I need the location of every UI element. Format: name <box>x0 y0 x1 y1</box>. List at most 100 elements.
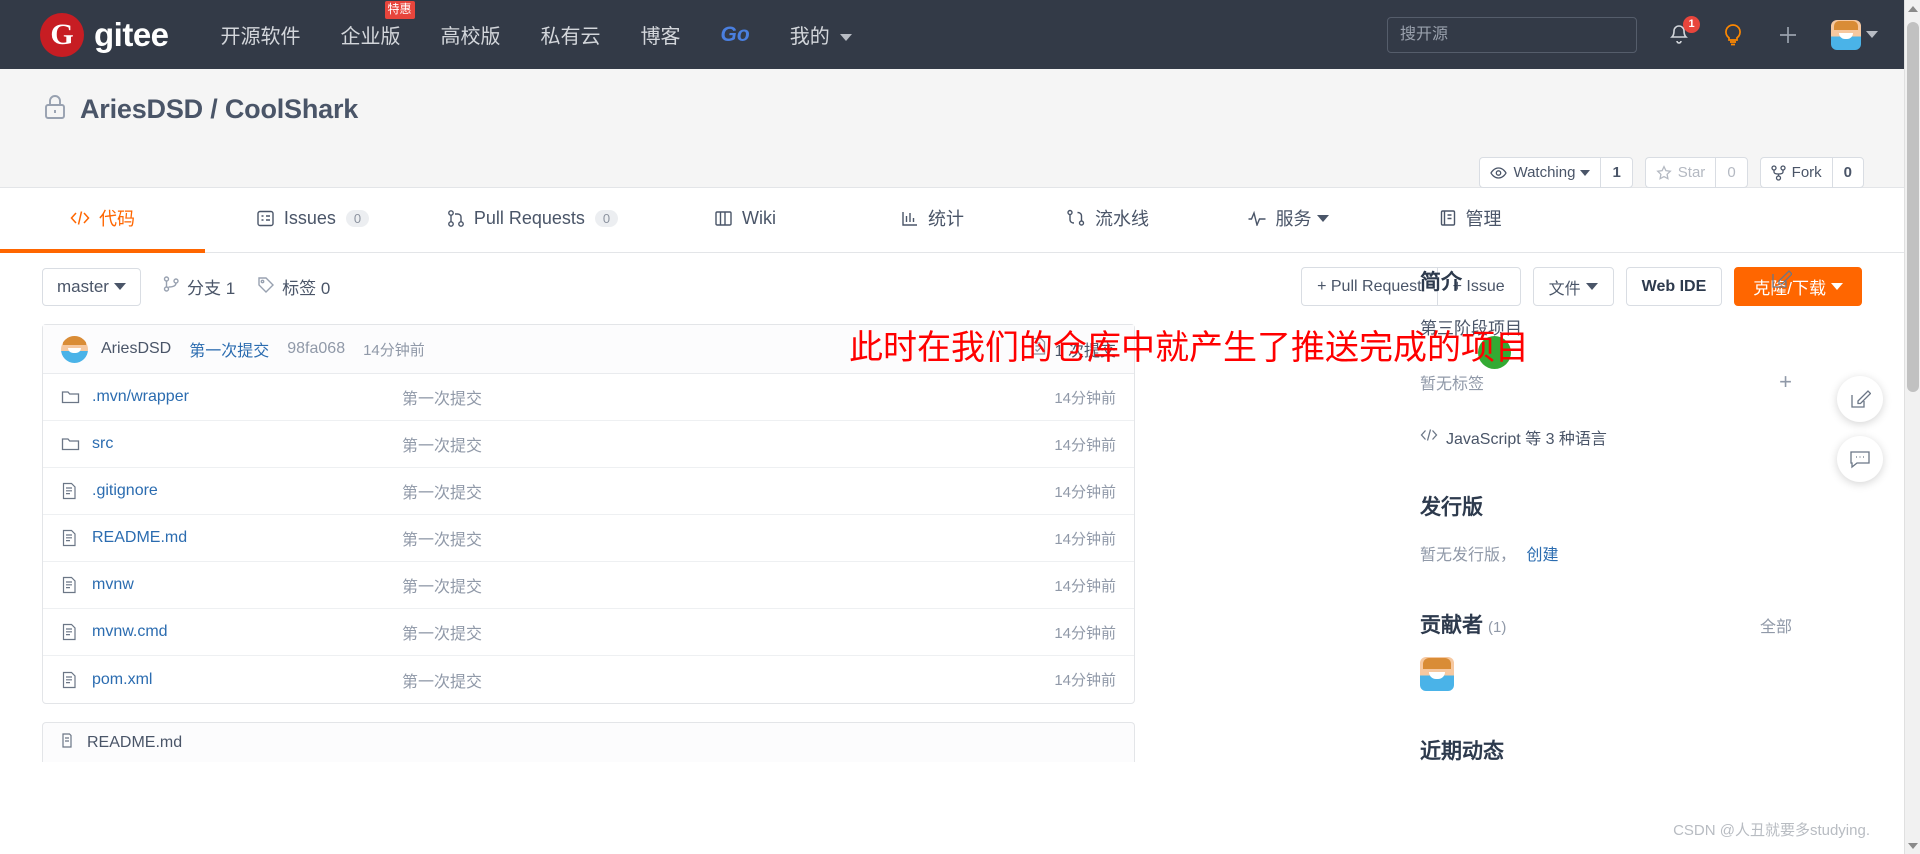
table-row[interactable]: .gitignore 第一次提交 14分钟前 <box>43 468 1134 515</box>
file-commit-time: 14分钟前 <box>1054 389 1116 407</box>
table-row[interactable]: mvnw 第一次提交 14分钟前 <box>43 562 1134 609</box>
file-icon <box>61 576 81 594</box>
contributor-avatar[interactable] <box>1420 657 1454 691</box>
table-row[interactable]: src 第一次提交 14分钟前 <box>43 421 1134 468</box>
watch-label: Watching <box>1513 164 1576 181</box>
pipeline-icon <box>1067 209 1085 226</box>
tab-service[interactable]: 服务 <box>1195 188 1380 252</box>
file-commit-time: 14分钟前 <box>1054 530 1116 548</box>
repository-actions: Watching 1 Star 0 Fork 0 <box>1467 157 1864 188</box>
branch-icon <box>163 275 180 298</box>
tab-wiki[interactable]: Wiki <box>645 188 845 252</box>
file-name[interactable]: mvnw <box>92 576 402 594</box>
commit-time: 14分钟前 <box>363 341 425 359</box>
new-pull-request-button[interactable]: + Pull Request <box>1301 267 1437 306</box>
file-name[interactable]: src <box>92 435 402 453</box>
commit-author[interactable]: AriesDSD <box>101 340 171 358</box>
code-icon <box>70 211 90 225</box>
file-commit-time: 14分钟前 <box>1054 483 1116 501</box>
star-count[interactable]: 0 <box>1715 157 1748 188</box>
idea-lightbulb-button[interactable] <box>1721 22 1745 48</box>
latest-commit-bar: AriesDSD 第一次提交 98fa068 14分钟前 1 次提交 <box>43 325 1134 374</box>
file-commit-time: 14分钟前 <box>1054 436 1116 454</box>
tab-issues[interactable]: Issues 0 <box>205 188 420 252</box>
tab-pipeline[interactable]: 流水线 <box>1020 188 1195 252</box>
tab-service-label: 服务 <box>1275 209 1312 229</box>
table-row[interactable]: pom.xml 第一次提交 14分钟前 <box>43 656 1134 703</box>
file-commit-time: 14分钟前 <box>1054 672 1116 689</box>
notification-bell[interactable]: 1 <box>1667 15 1700 47</box>
star-button[interactable]: Star <box>1644 157 1716 188</box>
watch-button[interactable]: Watching <box>1479 157 1601 188</box>
add-tag-button[interactable]: + <box>1779 369 1792 395</box>
branches-link[interactable]: 分支 1 <box>163 274 235 299</box>
chevron-up-icon <box>1908 5 1918 12</box>
language-row[interactable]: JavaScript 等 3 种语言 <box>1420 425 1840 449</box>
notification-count-badge: 1 <box>1683 15 1700 33</box>
commit-count-link[interactable]: 1 次提交 <box>1030 337 1116 361</box>
watch-count[interactable]: 1 <box>1600 157 1633 188</box>
tab-manage[interactable]: 管理 <box>1380 188 1560 252</box>
star-button-group: Star 0 <box>1644 157 1748 188</box>
tags-link[interactable]: 标签 0 <box>257 274 330 299</box>
table-row[interactable]: README.md 第一次提交 14分钟前 <box>43 515 1134 562</box>
file-icon <box>61 529 81 547</box>
create-release-link[interactable]: 创建 <box>1526 547 1558 564</box>
book-icon <box>61 732 78 754</box>
file-name[interactable]: .gitignore <box>92 482 402 500</box>
issue-icon <box>257 210 274 226</box>
tab-code[interactable]: 代码 <box>0 188 205 253</box>
readme-panel-label: README.md <box>87 733 183 751</box>
tags-label: 标签 0 <box>282 279 331 298</box>
file-name[interactable]: README.md <box>92 529 402 547</box>
file-icon <box>61 482 81 500</box>
watermark: CSDN @人丑就要多studying. <box>1673 822 1870 839</box>
star-icon <box>1656 164 1672 180</box>
fork-button[interactable]: Fork <box>1759 157 1832 188</box>
gitee-logo[interactable]: G gitee <box>40 12 169 57</box>
edit-icon[interactable] <box>1771 268 1793 294</box>
branch-selector[interactable]: master <box>42 267 141 306</box>
file-name[interactable]: .mvn/wrapper <box>92 388 402 406</box>
book-icon <box>715 210 732 226</box>
vertical-scrollbar[interactable] <box>1904 0 1920 854</box>
nav-link-enterprise[interactable]: 企业版 特惠 <box>341 1 415 49</box>
intro-section-header: 简介 <box>1420 266 1840 296</box>
nav-link-mine[interactable]: 我的 <box>790 20 853 49</box>
nav-link-private-cloud[interactable]: 私有云 <box>541 20 601 49</box>
scroll-down-button[interactable] <box>1905 837 1920 854</box>
scroll-up-button[interactable] <box>1905 0 1920 17</box>
tab-issues-count: 0 <box>345 209 370 227</box>
search-input[interactable] <box>1387 16 1637 53</box>
comment-button[interactable] <box>1837 436 1883 482</box>
tab-statistics-label: 统计 <box>928 209 964 229</box>
file-name[interactable]: mvnw.cmd <box>92 623 402 641</box>
table-row[interactable]: mvnw.cmd 第一次提交 14分钟前 <box>43 609 1134 656</box>
feedback-edit-button[interactable] <box>1837 376 1883 422</box>
nav-link-blog[interactable]: 博客 <box>641 20 681 49</box>
file-commit-time: 14分钟前 <box>1054 577 1116 595</box>
page-title[interactable]: AriesDSD / CoolShark <box>80 94 358 125</box>
fork-count[interactable]: 0 <box>1831 157 1864 188</box>
edit-square-icon <box>1851 390 1871 408</box>
commit-message[interactable]: 第一次提交 <box>189 337 269 361</box>
scrollbar-thumb[interactable] <box>1907 22 1919 392</box>
intro-description: 第三阶段项目 <box>1420 319 1522 338</box>
release-title: 发行版 <box>1420 496 1483 519</box>
nav-link-open-source[interactable]: 开源软件 <box>221 20 301 49</box>
top-navigation-bar: G gitee 开源软件 企业版 特惠 高校版 私有云 博客 Go 我的 搜开源… <box>0 0 1904 69</box>
release-empty-row: 暂无发行版， 创建 <box>1420 541 1840 565</box>
user-menu[interactable] <box>1831 19 1878 50</box>
nav-link-go[interactable]: Go <box>721 23 750 47</box>
file-name[interactable]: pom.xml <box>92 671 402 689</box>
tab-pull-requests[interactable]: Pull Requests 0 <box>420 188 645 252</box>
contributors-all-link[interactable]: 全部 <box>1760 613 1792 637</box>
tab-statistics[interactable]: 统计 <box>845 188 1020 252</box>
file-commit-message: 第一次提交 <box>402 532 483 549</box>
nav-link-university[interactable]: 高校版 <box>441 20 501 49</box>
add-new-button[interactable] <box>1775 22 1801 48</box>
tab-issues-label: Issues <box>283 207 336 228</box>
tag-icon <box>257 276 275 298</box>
table-row[interactable]: .mvn/wrapper 第一次提交 14分钟前 <box>43 374 1134 421</box>
commit-sha[interactable]: 98fa068 <box>287 340 345 358</box>
